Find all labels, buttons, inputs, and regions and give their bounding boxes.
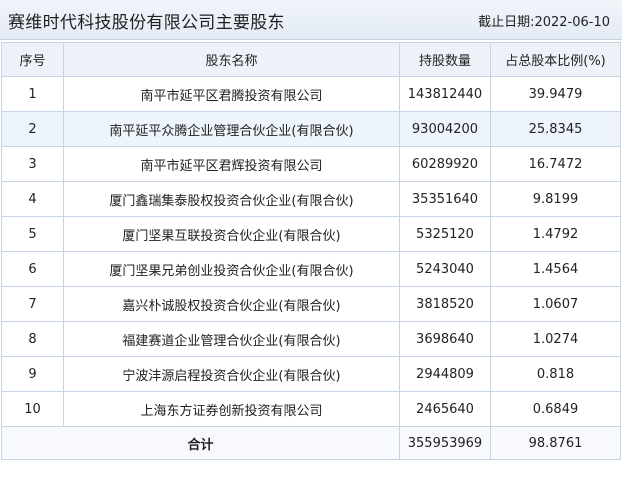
table-row: 1 南平市延平区君腾投资有限公司 143812440 39.9479 — [1, 76, 621, 112]
cell-ratio: 9.8199 — [490, 181, 621, 217]
cell-name: 嘉兴朴诚股权投资合伙企业(有限合伙) — [63, 286, 400, 322]
table-row: 6 厦门坚果兄弟创业投资合伙企业(有限合伙) 5243040 1.4564 — [1, 251, 621, 287]
as-of-date: 截止日期:2022-06-10 — [478, 15, 610, 30]
cell-name: 南平市延平区君辉投资有限公司 — [63, 146, 400, 182]
cell-ratio: 1.0274 — [490, 321, 621, 357]
total-ratio: 98.8761 — [490, 426, 621, 460]
cell-shares: 93004200 — [399, 111, 491, 147]
cell-ratio: 1.0607 — [490, 286, 621, 322]
table-row: 4 厦门鑫瑞集泰股权投资合伙企业(有限合伙) 35351640 9.8199 — [1, 181, 621, 217]
cell-ratio: 39.9479 — [490, 76, 621, 112]
cell-name: 宁波沣源启程投资合伙企业(有限合伙) — [63, 356, 400, 392]
cell-rank: 3 — [1, 146, 64, 182]
col-header-name: 股东名称 — [63, 42, 400, 77]
cell-shares: 5325120 — [399, 216, 491, 252]
cell-rank: 2 — [1, 111, 64, 147]
table-row: 10 上海东方证券创新投资有限公司 2465640 0.6849 — [1, 391, 621, 427]
shareholder-table: 序号 股东名称 持股数量 占总股本比例(%) 1 南平市延平区君腾投资有限公司 … — [1, 42, 621, 460]
table-row: 9 宁波沣源启程投资合伙企业(有限合伙) 2944809 0.818 — [1, 356, 621, 392]
cell-name: 南平市延平区君腾投资有限公司 — [63, 76, 400, 112]
cell-shares: 35351640 — [399, 181, 491, 217]
cell-name: 南平延平众腾企业管理合伙企业(有限合伙) — [63, 111, 400, 147]
cell-name: 福建赛道企业管理合伙企业(有限合伙) — [63, 321, 400, 357]
total-label: 合计 — [1, 426, 400, 460]
cell-ratio: 1.4564 — [490, 251, 621, 287]
cell-name: 厦门坚果互联投资合伙企业(有限合伙) — [63, 216, 400, 252]
cell-shares: 3818520 — [399, 286, 491, 322]
table-row: 7 嘉兴朴诚股权投资合伙企业(有限合伙) 3818520 1.0607 — [1, 286, 621, 322]
cell-ratio: 0.6849 — [490, 391, 621, 427]
cell-rank: 10 — [1, 391, 64, 427]
cell-ratio: 1.4792 — [490, 216, 621, 252]
cell-name: 厦门鑫瑞集泰股权投资合伙企业(有限合伙) — [63, 181, 400, 217]
table-row: 2 南平延平众腾企业管理合伙企业(有限合伙) 93004200 25.8345 — [1, 111, 621, 147]
cell-name: 厦门坚果兄弟创业投资合伙企业(有限合伙) — [63, 251, 400, 287]
cell-rank: 4 — [1, 181, 64, 217]
cell-shares: 60289920 — [399, 146, 491, 182]
cell-ratio: 0.818 — [490, 356, 621, 392]
cell-name: 上海东方证券创新投资有限公司 — [63, 391, 400, 427]
page-title: 赛维时代科技股份有限公司主要股东 — [8, 13, 285, 33]
table-row: 5 厦门坚果互联投资合伙企业(有限合伙) 5325120 1.4792 — [1, 216, 621, 252]
cell-shares: 2465640 — [399, 391, 491, 427]
cell-rank: 5 — [1, 216, 64, 252]
cell-shares: 3698640 — [399, 321, 491, 357]
cell-ratio: 25.8345 — [490, 111, 621, 147]
title-bar: 赛维时代科技股份有限公司主要股东 截止日期:2022-06-10 — [0, 0, 622, 40]
table-header-row: 序号 股东名称 持股数量 占总股本比例(%) — [1, 42, 621, 77]
cell-rank: 7 — [1, 286, 64, 322]
table-row: 8 福建赛道企业管理合伙企业(有限合伙) 3698640 1.0274 — [1, 321, 621, 357]
col-header-ratio: 占总股本比例(%) — [490, 42, 621, 77]
cell-shares: 5243040 — [399, 251, 491, 287]
total-shares: 355953969 — [399, 426, 491, 460]
total-row: 合计 355953969 98.8761 — [1, 426, 621, 460]
col-header-rank: 序号 — [1, 42, 64, 77]
cell-rank: 1 — [1, 76, 64, 112]
cell-shares: 143812440 — [399, 76, 491, 112]
cell-rank: 8 — [1, 321, 64, 357]
col-header-shares: 持股数量 — [399, 42, 491, 77]
cell-rank: 6 — [1, 251, 64, 287]
shareholder-panel: 赛维时代科技股份有限公司主要股东 截止日期:2022-06-10 序号 股东名称… — [0, 0, 622, 484]
cell-rank: 9 — [1, 356, 64, 392]
cell-ratio: 16.7472 — [490, 146, 621, 182]
table-row: 3 南平市延平区君辉投资有限公司 60289920 16.7472 — [1, 146, 621, 182]
cell-shares: 2944809 — [399, 356, 491, 392]
